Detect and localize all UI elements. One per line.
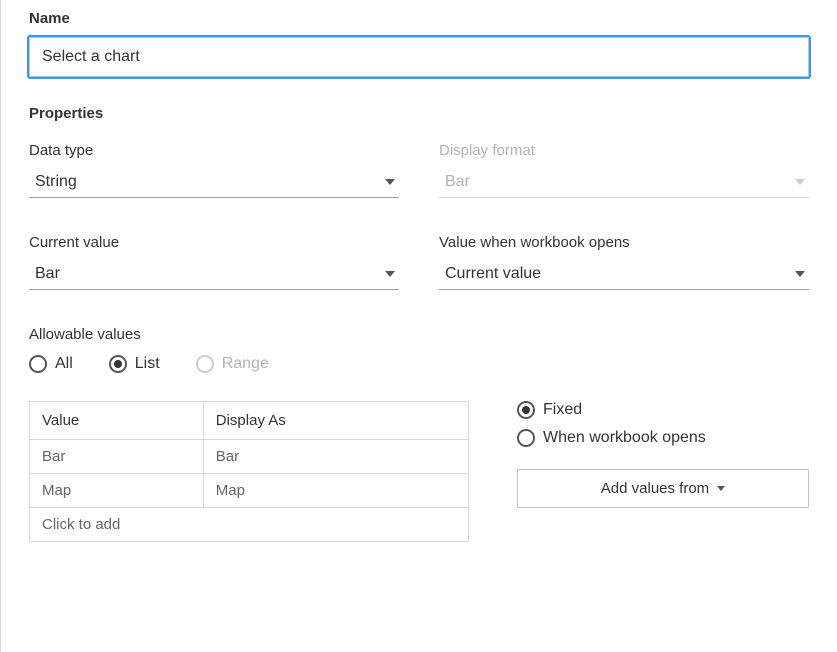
radio-range-label: Range [222,355,269,373]
properties-header: Properties [29,105,809,122]
table-cell-display: Map [203,474,468,508]
data-type-label: Data type [29,142,399,159]
radio-fixed[interactable]: Fixed [517,401,809,419]
radio-range: Range [196,355,269,373]
value-when-opens-select[interactable]: Current value [439,259,809,290]
col-value-header: Value [30,402,204,440]
name-input[interactable] [29,37,809,77]
name-label: Name [29,10,809,27]
table-row[interactable]: Bar Bar [30,440,469,474]
current-value-value: Bar [35,265,60,283]
value-when-opens-label: Value when workbook opens [439,234,809,251]
radio-icon [29,355,47,373]
radio-icon [109,355,127,373]
current-value-label: Current value [29,234,399,251]
allowable-values-header: Allowable values [29,326,809,343]
radio-list[interactable]: List [109,355,160,373]
chevron-down-icon [385,271,395,277]
table-cell-value: Map [30,474,204,508]
table-cell-value: Bar [30,440,204,474]
radio-icon [517,401,535,419]
table-cell-display: Bar [203,440,468,474]
display-format-label: Display format [439,142,809,159]
click-to-add-cell: Click to add [30,508,469,542]
data-type-select[interactable]: String [29,167,399,198]
col-display-header: Display As [203,402,468,440]
add-values-label: Add values from [601,480,709,497]
radio-when-opens[interactable]: When workbook opens [517,429,809,447]
add-values-from-button[interactable]: Add values from [517,469,809,508]
data-type-value: String [35,173,77,191]
display-format-value: Bar [445,173,470,191]
radio-when-opens-label: When workbook opens [543,429,706,447]
radio-all[interactable]: All [29,355,73,373]
chevron-down-icon [795,271,805,277]
radio-fixed-label: Fixed [543,401,582,419]
radio-icon [517,429,535,447]
values-table: Value Display As Bar Bar Map Map Click t… [29,401,469,542]
value-when-opens-value: Current value [445,265,541,283]
display-format-select: Bar [439,167,809,198]
radio-all-label: All [55,355,73,373]
chevron-down-icon [795,179,805,185]
chevron-down-icon [717,486,725,491]
table-row[interactable]: Map Map [30,474,469,508]
current-value-select[interactable]: Bar [29,259,399,290]
chevron-down-icon [385,179,395,185]
radio-icon [196,355,214,373]
table-row-add[interactable]: Click to add [30,508,469,542]
radio-list-label: List [135,355,160,373]
